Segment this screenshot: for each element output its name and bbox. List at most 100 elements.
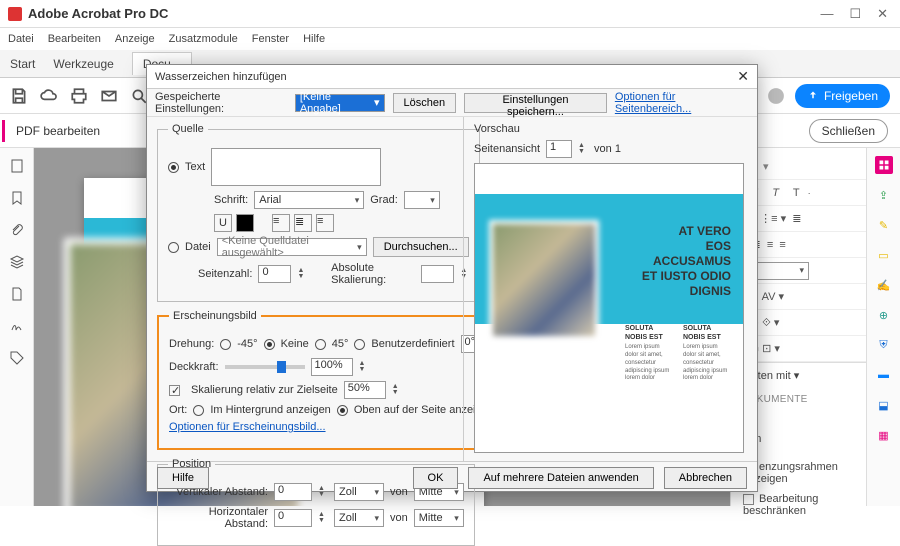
cancel-button[interactable]: Abbrechen (664, 467, 747, 489)
save-settings-button[interactable]: Einstellungen speichern... (464, 93, 607, 113)
radio-45[interactable] (315, 339, 326, 350)
print-icon[interactable] (70, 87, 88, 105)
tool-more-icon[interactable]: ▦ (875, 426, 893, 444)
pagenum-label: Seitenzahl: (198, 268, 252, 280)
avatar-icon[interactable] (767, 87, 785, 105)
tool-redact-icon[interactable]: ▬ (875, 366, 893, 384)
radio-text-label: Text (185, 161, 205, 173)
share-label: Freigeben (824, 89, 878, 103)
pageview-of: von 1 (594, 143, 621, 155)
text-color-swatch[interactable] (236, 214, 254, 232)
font-select[interactable]: Arial (254, 191, 364, 209)
tool-sign-icon[interactable]: ✍ (875, 276, 893, 294)
pageview-input[interactable]: 1 (546, 140, 572, 158)
apply-multiple-button[interactable]: Auf mehrere Dateien anwenden (468, 467, 653, 489)
absscale-label: Absolute Skalierung: (331, 262, 415, 286)
radio-custom[interactable] (354, 339, 365, 350)
horiz-unit-select[interactable]: Zoll (334, 509, 384, 527)
window-min-icon[interactable]: — (820, 6, 833, 22)
align-right-btn[interactable]: ≡ (316, 214, 334, 232)
tab-tools[interactable]: Werkzeuge (53, 57, 113, 71)
align-center-btn[interactable]: ≣ (294, 214, 312, 232)
browse-button[interactable]: Durchsuchen... (373, 237, 469, 257)
window-max-icon[interactable]: ☐ (849, 6, 861, 22)
menu-help[interactable]: Hilfe (303, 33, 325, 45)
preview-headline: AT VERO EOS ACCUSAMUS ET IUSTO ODIO DIGN… (625, 224, 731, 299)
page-thumb-icon[interactable] (9, 158, 25, 174)
tool-optimize-icon[interactable]: ⬓ (875, 396, 893, 414)
tool-combine-icon[interactable]: ⊕ (875, 306, 893, 324)
signature-icon[interactable] (9, 318, 25, 334)
radio-file[interactable] (168, 242, 179, 253)
appearance-options-link[interactable]: Optionen für Erscheinungsbild... (169, 421, 326, 433)
left-rail (0, 148, 34, 506)
help-button[interactable]: Hilfe (157, 467, 209, 489)
watermark-text-input[interactable] (211, 148, 381, 186)
menu-edit[interactable]: Bearbeiten (48, 33, 101, 45)
ok-button[interactable]: OK (413, 467, 459, 489)
tool-protect-icon[interactable]: ⛨ (875, 336, 893, 354)
horiz-from-select[interactable]: Mitte (414, 509, 464, 527)
tab-start[interactable]: Start (10, 57, 35, 71)
tool-context-label: PDF bearbeiten (12, 124, 100, 138)
save-icon[interactable] (10, 87, 28, 105)
saved-settings-label: Gespeicherte Einstellungen: (155, 91, 287, 115)
tag-icon[interactable] (9, 350, 25, 366)
size-select[interactable] (404, 191, 440, 209)
saved-settings-select[interactable]: [Keine Angabe] ▾ (295, 94, 385, 112)
radio-ontop[interactable] (337, 405, 348, 416)
underline-btn[interactable]: U (214, 214, 232, 232)
close-tool-button[interactable]: Schließen (809, 119, 888, 143)
opacity-label: Deckkraft: (169, 361, 219, 373)
pageview-label: Seitenansicht (474, 143, 540, 155)
menu-bar: Datei Bearbeiten Anzeige Zusatzmodule Fe… (0, 28, 900, 50)
radio-behind[interactable] (193, 405, 204, 416)
location-label: Ort: (169, 404, 187, 416)
page-icon[interactable] (9, 286, 25, 302)
restrict-editing[interactable]: Bearbeitung beschränken (743, 493, 818, 517)
radio-text[interactable] (168, 162, 179, 173)
tool-export-icon[interactable]: ⇪ (875, 186, 893, 204)
tool-create-icon[interactable]: ✎ (875, 216, 893, 234)
opacity-slider[interactable] (225, 365, 305, 369)
layers-icon[interactable] (9, 254, 25, 270)
tool-organize-icon[interactable] (875, 156, 893, 174)
fieldset-source: Quelle Text Schrift: Arial Grad: U ≡ (157, 123, 480, 302)
attachment-icon[interactable] (9, 222, 25, 238)
rotation-label: Drehung: (169, 338, 214, 350)
window-close-icon[interactable]: ✕ (877, 6, 888, 22)
pagenum-input[interactable]: 0 (258, 265, 291, 283)
size-label: Grad: (370, 194, 398, 206)
app-logo (8, 7, 22, 21)
opacity-input[interactable]: 100% (311, 358, 353, 376)
radio-none[interactable] (264, 339, 275, 350)
scale-relative-check[interactable]: ✓ (169, 385, 180, 396)
menu-window[interactable]: Fenster (252, 33, 289, 45)
app-title: Adobe Acrobat Pro DC (28, 6, 820, 21)
menu-plugins[interactable]: Zusatzmodule (169, 33, 238, 45)
mail-icon[interactable] (100, 87, 118, 105)
file-path-field[interactable]: <Keine Quelldatei ausgewählt> (217, 238, 367, 256)
dialog-close-icon[interactable]: ✕ (737, 68, 749, 85)
delete-button[interactable]: Löschen (393, 93, 457, 113)
horiz-input[interactable]: 0 (274, 509, 312, 527)
bookmark-icon[interactable] (9, 190, 25, 206)
scale-relative-label: Skalierung relativ zur Zielseite (191, 384, 338, 396)
horiz-label: Horizontaler Abstand: (168, 506, 268, 530)
align-left-btn[interactable]: ≡ (272, 214, 290, 232)
menu-file[interactable]: Datei (8, 33, 34, 45)
absscale-input[interactable] (421, 265, 454, 283)
share-button[interactable]: Freigeben (795, 84, 890, 108)
preview-box: AT VERO EOS ACCUSAMUS ET IUSTO ODIO DIGN… (474, 163, 744, 453)
tool-comment-icon[interactable]: ▭ (875, 246, 893, 264)
source-legend: Quelle (168, 123, 208, 135)
font-label: Schrift: (214, 194, 248, 206)
vert-unit-select[interactable]: Zoll (334, 483, 384, 501)
cloud-icon[interactable] (40, 87, 58, 105)
menu-view[interactable]: Anzeige (115, 33, 155, 45)
page-range-link[interactable]: Optionen für Seitenbereich... (615, 91, 749, 115)
dialog-title: Wasserzeichen hinzufügen (155, 71, 287, 83)
scale-relative-input[interactable]: 50% (344, 381, 386, 399)
radio-neg45[interactable] (220, 339, 231, 350)
vert-input[interactable]: 0 (274, 483, 312, 501)
